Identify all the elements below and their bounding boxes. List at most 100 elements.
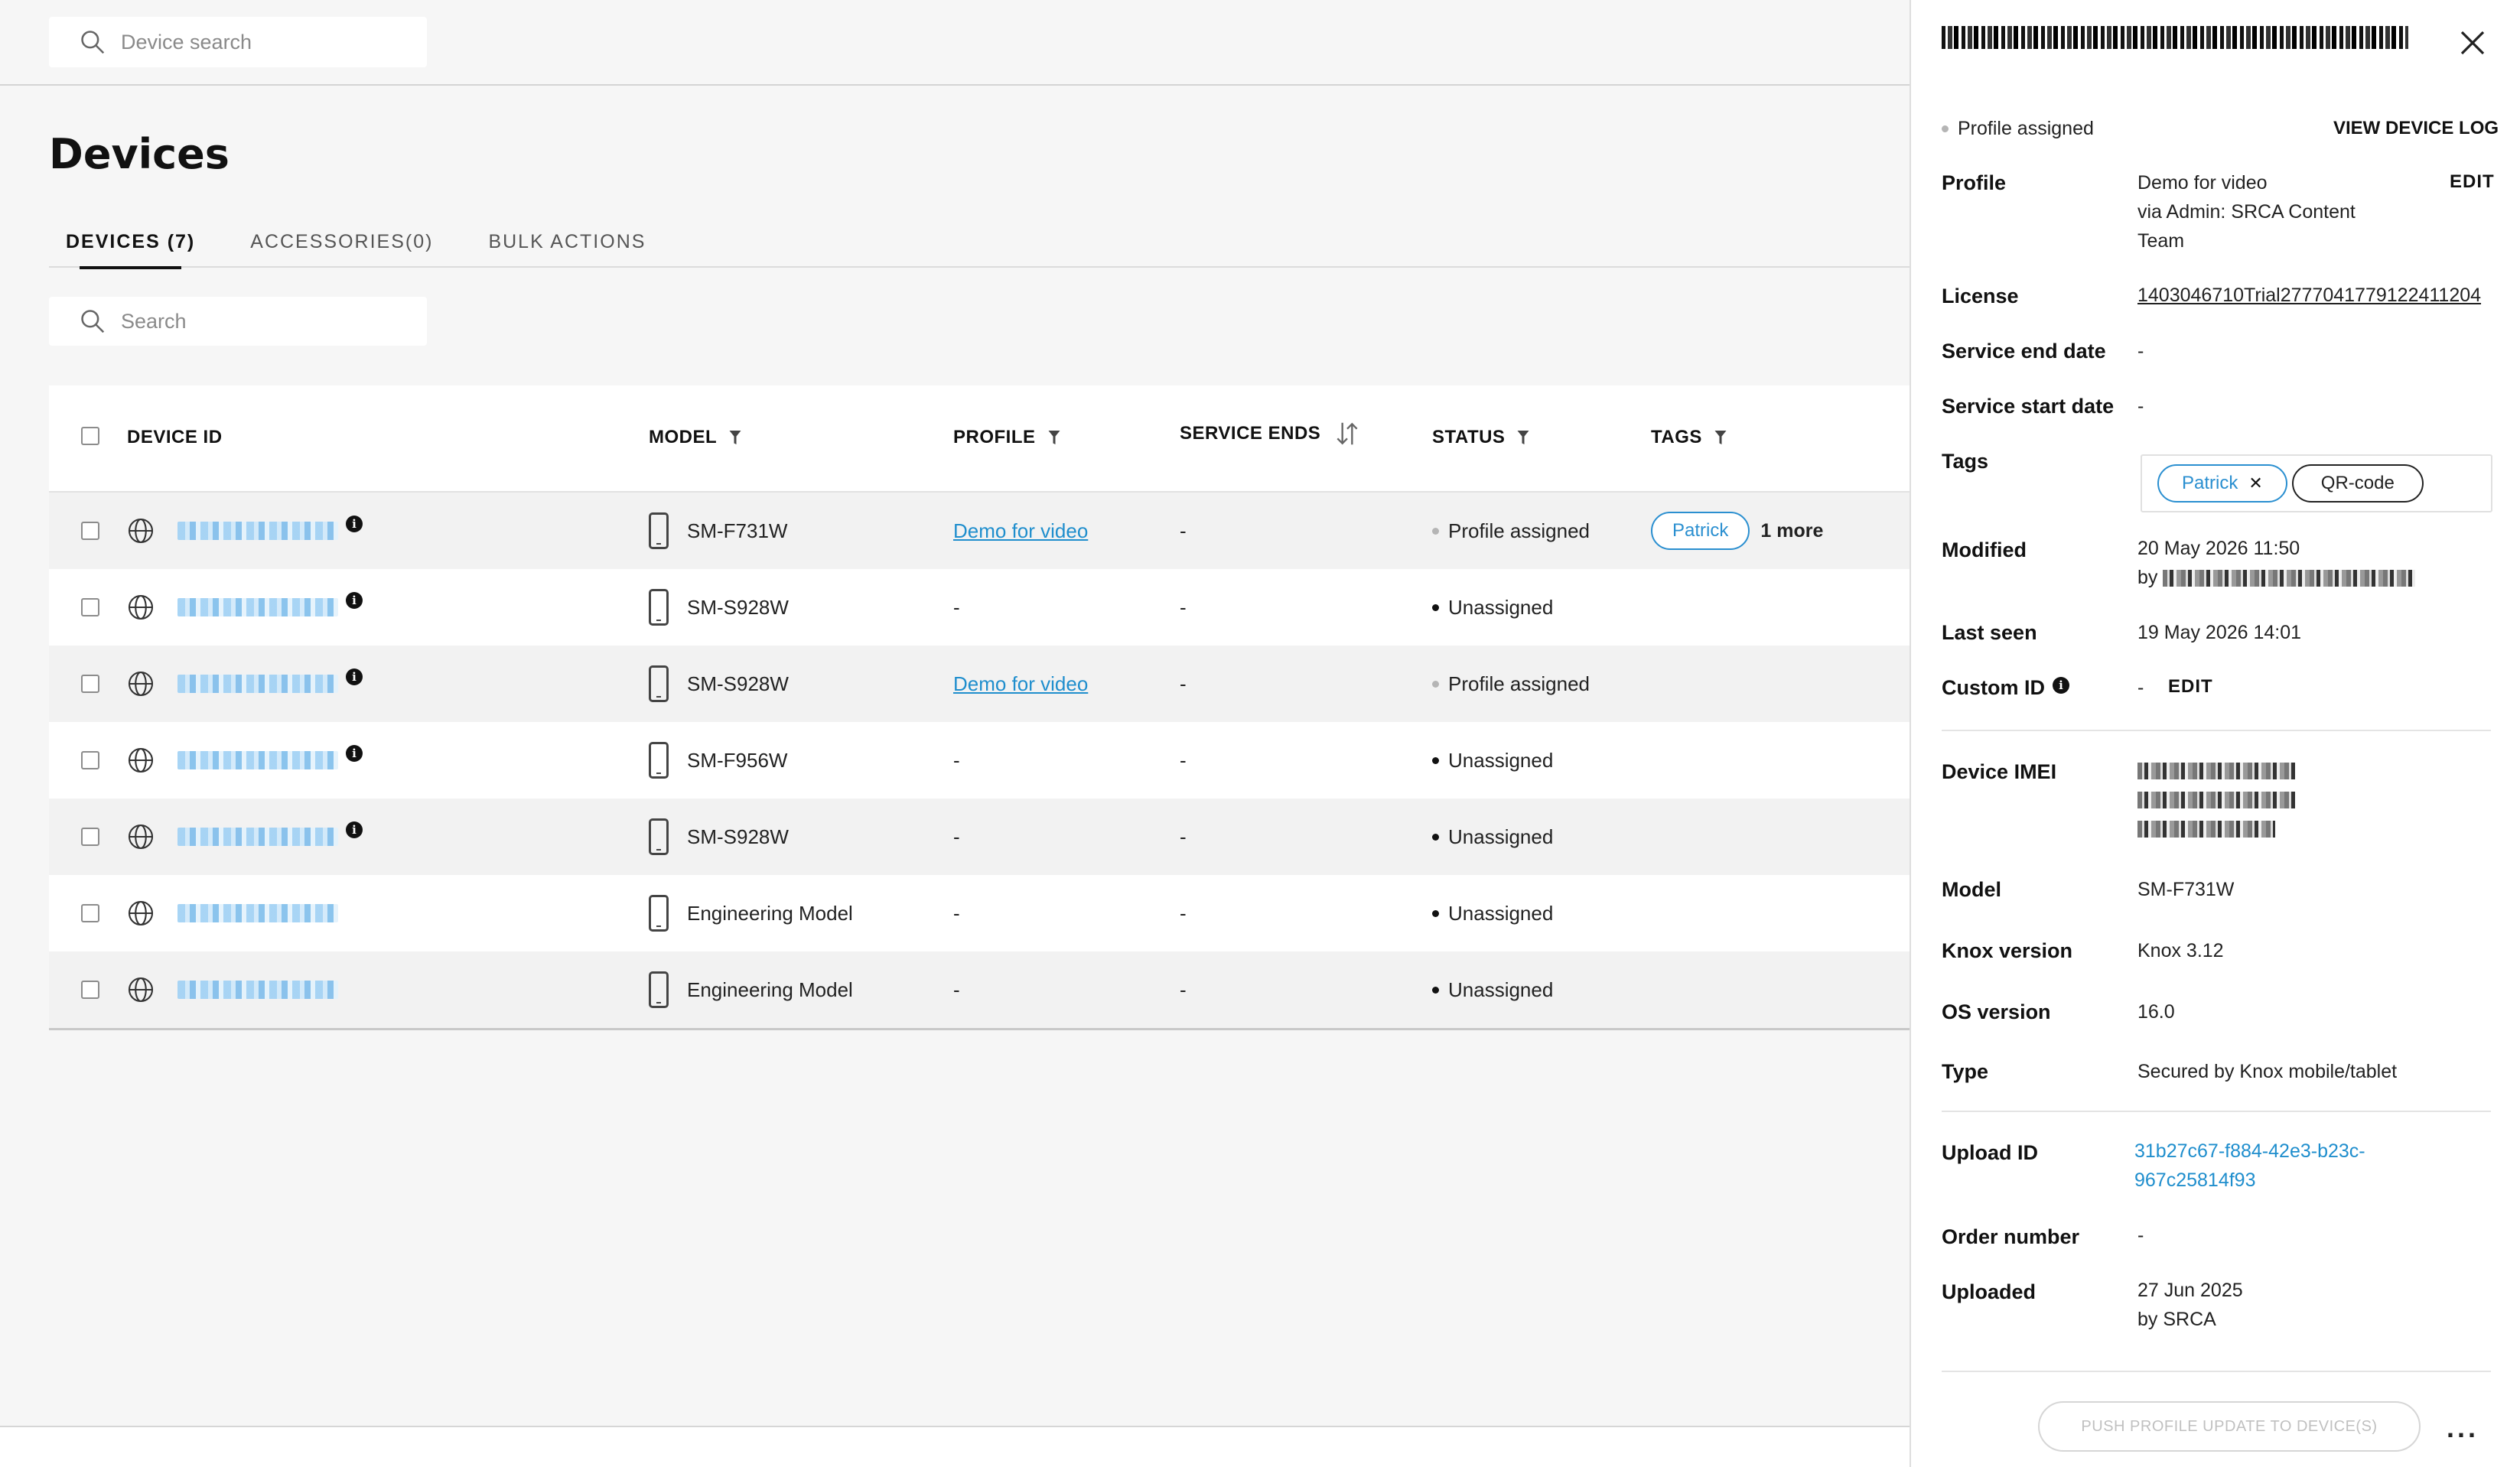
table-row[interactable]: i SM-S928W - - Unassigned	[49, 799, 1910, 875]
filter-icon[interactable]	[1517, 431, 1529, 444]
tag-chip[interactable]: Patrick ✕	[2157, 464, 2287, 503]
license-link[interactable]: 1403046710Trial2777041779122411204	[2137, 281, 2481, 310]
phone-icon	[649, 742, 669, 779]
redacted-email	[2163, 570, 2416, 587]
tag-chip[interactable]: QR-code	[2291, 464, 2424, 503]
profile-cell[interactable]: Demo for video	[953, 493, 1088, 569]
device-id-link[interactable]	[177, 675, 338, 693]
info-icon[interactable]: i	[346, 592, 363, 609]
remove-tag-icon[interactable]: ✕	[2248, 473, 2262, 493]
device-id-link[interactable]	[177, 522, 338, 540]
status-dot	[1432, 756, 1439, 764]
device-id-cell[interactable]: i	[177, 646, 363, 722]
device-id-link[interactable]	[177, 751, 338, 769]
sort-icon[interactable]	[1333, 419, 1362, 448]
globe-icon	[128, 747, 154, 773]
table-row[interactable]: Engineering Model - - Unassigned	[49, 951, 1910, 1028]
device-id-cell[interactable]	[177, 951, 338, 1028]
header-service-ends[interactable]: SERVICE ENDS	[1180, 419, 1362, 448]
service-ends-cell: -	[1180, 722, 1187, 799]
close-icon[interactable]	[2454, 24, 2491, 61]
info-icon[interactable]: i	[346, 821, 363, 838]
row-checkbox[interactable]	[81, 675, 99, 693]
profile-link[interactable]: Demo for video	[953, 519, 1088, 543]
device-id-cell[interactable]	[177, 875, 338, 951]
header-device-id[interactable]: DEVICE ID	[127, 427, 223, 448]
tab-bulk-actions[interactable]: BULK ACTIONS	[471, 217, 663, 268]
phone-icon	[649, 818, 669, 855]
device-id-link[interactable]	[177, 904, 338, 922]
header-profile[interactable]: PROFILE	[953, 427, 1060, 448]
os-version-label: OS version	[1942, 1000, 2051, 1023]
filter-icon[interactable]	[1714, 431, 1727, 444]
status-dot	[1432, 833, 1439, 841]
profile-cell[interactable]: Demo for video	[953, 646, 1088, 722]
table-search-input[interactable]: Search	[49, 297, 427, 346]
panel-status-value: Profile assigned	[1958, 118, 2094, 139]
table-row[interactable]: Engineering Model - - Unassigned	[49, 875, 1910, 951]
last-seen-value: 19 May 2026 14:01	[2137, 622, 2302, 643]
row-checkbox[interactable]	[81, 904, 99, 922]
edit-custom-id-button[interactable]: EDIT	[2168, 676, 2213, 698]
service-start-value: -	[2137, 395, 2144, 417]
phone-icon	[649, 665, 669, 702]
device-id-cell[interactable]: i	[177, 569, 363, 646]
header-model[interactable]: MODEL	[649, 427, 741, 448]
filter-icon[interactable]	[729, 431, 741, 444]
table-row[interactable]: i SM-F956W - - Unassigned	[49, 722, 1910, 799]
row-checkbox[interactable]	[81, 751, 99, 769]
device-id-link[interactable]	[177, 828, 338, 846]
more-tags-link[interactable]: 1 more	[1760, 520, 1823, 542]
globe-icon	[128, 977, 154, 1003]
info-icon[interactable]: i	[346, 745, 363, 762]
tab-bar: DEVICES (7) ACCESSORIES(0) BULK ACTIONS	[49, 217, 1910, 269]
table-row[interactable]: i SM-S928W Demo for video - Profile assi…	[49, 646, 1910, 722]
row-checkbox[interactable]	[81, 598, 99, 616]
info-icon[interactable]: i	[346, 668, 363, 685]
table-row[interactable]: i SM-F731W Demo for video - Profile assi…	[49, 493, 1910, 569]
model-value: Engineering Model	[687, 901, 853, 925]
tab-devices[interactable]: DEVICES (7)	[49, 217, 212, 269]
device-id-link[interactable]	[177, 598, 338, 616]
model-label: Model	[1942, 878, 2001, 901]
device-id-cell[interactable]: i	[177, 799, 363, 875]
device-imei-value	[2137, 759, 2295, 846]
last-seen-label: Last seen	[1942, 621, 2037, 644]
filter-icon[interactable]	[1048, 431, 1060, 444]
table-row[interactable]: i SM-S928W - - Unassigned	[49, 569, 1910, 646]
service-ends-value: -	[1180, 901, 1187, 925]
device-search-input[interactable]: Device search	[49, 17, 427, 67]
push-profile-update-button[interactable]: PUSH PROFILE UPDATE TO DEVICE(S)	[2038, 1401, 2421, 1452]
main-content: Devices DEVICES (7) ACCESSORIES(0) BULK …	[0, 86, 1910, 1427]
device-id-link[interactable]	[177, 981, 338, 999]
status-dot	[1942, 125, 1949, 132]
header-status-label: STATUS	[1432, 427, 1506, 447]
view-device-log-button[interactable]: VIEW DEVICE LOG	[2333, 118, 2499, 139]
edit-profile-button[interactable]: EDIT	[2450, 171, 2495, 193]
status-cell: Unassigned	[1432, 799, 1553, 875]
device-id-cell[interactable]: i	[177, 722, 363, 799]
modified-by: by	[2137, 563, 2416, 592]
model-cell: SM-S928W	[649, 799, 789, 875]
row-checkbox[interactable]	[81, 828, 99, 846]
type-label: Type	[1942, 1060, 1989, 1083]
profile-link[interactable]: Demo for video	[953, 672, 1088, 696]
info-icon[interactable]: i	[346, 516, 363, 532]
header-status[interactable]: STATUS	[1432, 427, 1529, 448]
row-checkbox[interactable]	[81, 981, 99, 999]
more-actions-icon[interactable]: ...	[2447, 1412, 2479, 1444]
divider	[1942, 1111, 2491, 1112]
tags-input[interactable]: Patrick ✕ QR-code	[2141, 454, 2492, 512]
status-cell: Unassigned	[1432, 951, 1553, 1028]
modified-by-prefix: by	[2137, 567, 2158, 588]
table-header: DEVICE ID MODEL PROFILE SERVICE ENDS STA…	[49, 385, 1910, 493]
service-ends-cell: -	[1180, 493, 1187, 569]
device-id-cell[interactable]: i	[177, 493, 363, 569]
header-tags[interactable]: TAGS	[1651, 427, 1727, 448]
select-all-checkbox[interactable]	[81, 427, 99, 445]
status-value: Profile assigned	[1448, 519, 1590, 542]
info-icon[interactable]: i	[2053, 676, 2069, 694]
tag-pill[interactable]: Patrick	[1651, 512, 1750, 550]
tab-accessories[interactable]: ACCESSORIES(0)	[233, 217, 450, 268]
row-checkbox[interactable]	[81, 522, 99, 540]
